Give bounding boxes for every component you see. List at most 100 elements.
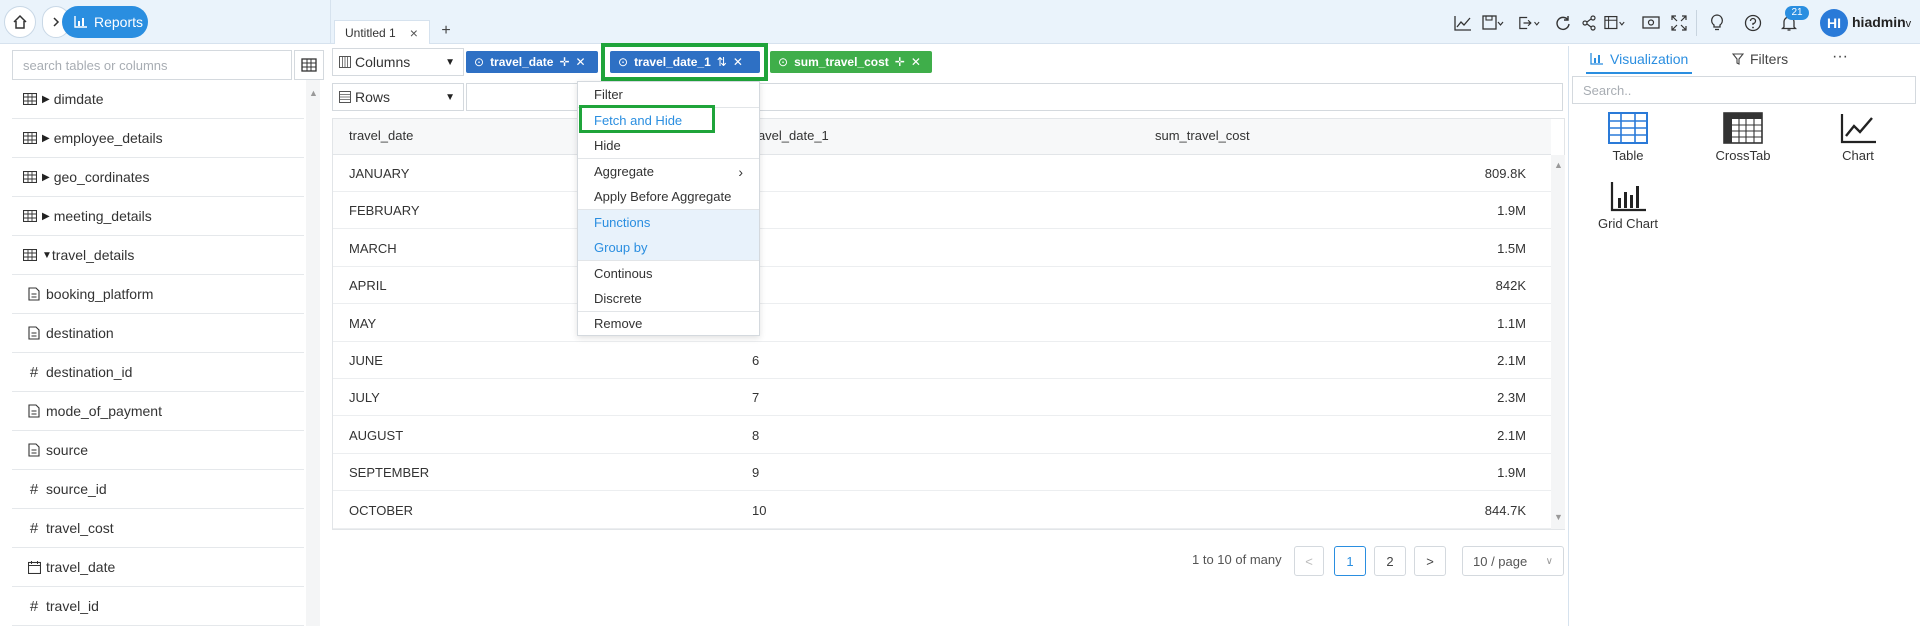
viz-search-input[interactable] bbox=[1573, 77, 1915, 103]
column-header-travel-date-1[interactable]: travel_date_1 bbox=[750, 128, 829, 143]
layout-icon[interactable] bbox=[1604, 12, 1626, 34]
user-menu[interactable]: hiadminv bbox=[1852, 14, 1911, 30]
caret-right-icon[interactable]: ▶ bbox=[42, 172, 50, 183]
tab-untitled-1[interactable]: Untitled 1 × bbox=[334, 20, 430, 44]
column-item-travel-cost[interactable]: # travel_cost bbox=[12, 509, 304, 548]
dropdown-arrow-icon[interactable]: ▼ bbox=[445, 57, 455, 68]
table-item-travel-details[interactable]: ▼ travel_details bbox=[12, 236, 304, 275]
columns-label: Columns bbox=[355, 54, 411, 70]
filter-icon bbox=[1732, 53, 1744, 65]
avatar[interactable]: HI bbox=[1820, 9, 1848, 37]
column-name: mode_of_payment bbox=[46, 403, 162, 419]
save-icon[interactable] bbox=[1482, 12, 1504, 34]
menu-item-filter[interactable]: Filter bbox=[578, 82, 759, 107]
menu-item-hide[interactable]: Hide bbox=[578, 133, 759, 158]
menu-item-functions[interactable]: Functions bbox=[578, 210, 759, 235]
viz-label: Chart bbox=[1842, 148, 1874, 163]
cell-travel-date: MARCH bbox=[349, 241, 397, 256]
page-1-button[interactable]: 1 bbox=[1334, 546, 1366, 576]
viz-table[interactable]: Table bbox=[1578, 112, 1678, 163]
column-name: travel_date bbox=[46, 559, 116, 575]
columns-shelf[interactable]: Columns ▼ bbox=[332, 48, 464, 76]
search-input[interactable] bbox=[13, 51, 291, 79]
move-icon[interactable]: ✛ bbox=[895, 55, 905, 69]
lightbulb-icon[interactable] bbox=[1706, 12, 1728, 34]
column-item-booking-platform[interactable]: booking_platform bbox=[12, 275, 304, 314]
table-icon bbox=[22, 130, 38, 146]
column-item-travel-date[interactable]: travel_date bbox=[12, 548, 304, 587]
help-icon[interactable] bbox=[1742, 12, 1764, 34]
grid-view-toggle[interactable] bbox=[294, 50, 324, 80]
close-icon[interactable]: ✕ bbox=[576, 55, 586, 69]
viz-crosstab[interactable]: CrossTab bbox=[1693, 112, 1793, 163]
menu-item-group-by[interactable]: Group by bbox=[578, 235, 759, 260]
reports-label: Reports bbox=[94, 14, 144, 30]
rows-shelf[interactable]: Rows ▼ bbox=[332, 83, 464, 111]
table-item-geo-cordinates[interactable]: ▶ geo_cordinates bbox=[12, 158, 304, 197]
column-pill-sum-travel-cost[interactable]: ⊙ sum_travel_cost ✛ ✕ bbox=[770, 51, 932, 73]
close-icon[interactable]: ✕ bbox=[911, 55, 921, 69]
page-size-select[interactable]: 10 / page ∨ bbox=[1462, 546, 1564, 576]
column-header-sum-travel-cost[interactable]: sum_travel_cost bbox=[1155, 128, 1250, 143]
tab-visualization[interactable]: Visualization bbox=[1590, 51, 1688, 67]
refresh-icon[interactable] bbox=[1552, 12, 1574, 34]
menu-item-apply-before-aggregate[interactable]: Apply Before Aggregate bbox=[578, 184, 759, 209]
menu-item-aggregate[interactable]: Aggregate › bbox=[578, 159, 759, 184]
table-item-employee-details[interactable]: ▶ employee_details bbox=[12, 119, 304, 158]
column-name: source bbox=[46, 442, 89, 458]
menu-item-remove[interactable]: Remove bbox=[578, 311, 759, 336]
preview-icon[interactable] bbox=[1640, 12, 1662, 34]
table-row bbox=[333, 379, 1551, 416]
column-item-source-id[interactable]: # source_id bbox=[12, 470, 304, 509]
add-tab-button[interactable]: + bbox=[436, 20, 456, 42]
menu-item-discrete[interactable]: Discrete bbox=[578, 286, 759, 311]
cell-sum-travel-cost: 2.1M bbox=[1497, 428, 1526, 443]
column-item-destination[interactable]: destination bbox=[12, 314, 304, 353]
dropdown-arrow-icon[interactable]: ▼ bbox=[445, 92, 455, 103]
viz-chart[interactable]: Chart bbox=[1808, 112, 1908, 163]
next-page-button[interactable]: > bbox=[1414, 546, 1446, 576]
text-field-icon bbox=[26, 325, 42, 341]
caret-down-icon[interactable]: ▼ bbox=[42, 250, 52, 261]
cell-travel-date-1: 10 bbox=[752, 503, 767, 518]
prev-page-button[interactable]: < bbox=[1294, 546, 1324, 576]
column-pill-travel-date[interactable]: ⊙ travel_date ✛ ✕ bbox=[466, 51, 598, 73]
search-box bbox=[12, 50, 292, 80]
more-options-icon[interactable]: ··· bbox=[1832, 48, 1848, 66]
chevron-down-icon: v bbox=[1905, 18, 1912, 30]
table-item-meeting-details[interactable]: ▶ meeting_details bbox=[12, 197, 304, 236]
column-item-destination-id[interactable]: # destination_id bbox=[12, 353, 304, 392]
reports-button[interactable]: Reports bbox=[62, 6, 148, 38]
scroll-down-icon[interactable]: ▼ bbox=[1554, 512, 1563, 522]
column-item-mode-of-payment[interactable]: mode_of_payment bbox=[12, 392, 304, 431]
table-item-dimdate[interactable]: ▶ dimdate bbox=[12, 80, 304, 119]
table-icon bbox=[1608, 112, 1648, 144]
viz-grid-chart[interactable]: Grid Chart bbox=[1578, 180, 1678, 231]
table-row bbox=[333, 230, 1551, 267]
cell-sum-travel-cost: 1.5M bbox=[1497, 241, 1526, 256]
cell-travel-date-1: 9 bbox=[752, 465, 760, 480]
caret-right-icon[interactable]: ▶ bbox=[42, 211, 50, 222]
table-scrollbar[interactable] bbox=[1551, 155, 1565, 529]
fullscreen-icon[interactable] bbox=[1668, 12, 1690, 34]
tab-filters[interactable]: Filters bbox=[1732, 51, 1788, 67]
table-name: geo_cordinates bbox=[53, 169, 150, 185]
table-row bbox=[333, 417, 1551, 454]
caret-right-icon[interactable]: ▶ bbox=[42, 94, 50, 105]
close-icon[interactable]: × bbox=[410, 25, 418, 41]
column-item-travel-id[interactable]: # travel_id bbox=[12, 587, 304, 626]
export-icon[interactable] bbox=[1518, 12, 1540, 34]
scroll-up-icon[interactable]: ▲ bbox=[309, 88, 318, 98]
move-icon[interactable]: ✛ bbox=[559, 55, 569, 69]
share-icon[interactable] bbox=[1578, 12, 1600, 34]
chart-line-icon[interactable] bbox=[1452, 12, 1474, 34]
column-header-travel-date[interactable]: travel_date bbox=[349, 128, 413, 143]
column-item-source[interactable]: source bbox=[12, 431, 304, 470]
page-2-button[interactable]: 2 bbox=[1374, 546, 1406, 576]
caret-right-icon[interactable]: ▶ bbox=[42, 133, 50, 144]
scroll-up-icon[interactable]: ▲ bbox=[1554, 160, 1563, 170]
menu-item-continous[interactable]: Continous bbox=[578, 261, 759, 286]
tree-scrollbar[interactable] bbox=[306, 80, 320, 626]
home-button[interactable] bbox=[4, 6, 36, 38]
table-row bbox=[333, 342, 1551, 379]
